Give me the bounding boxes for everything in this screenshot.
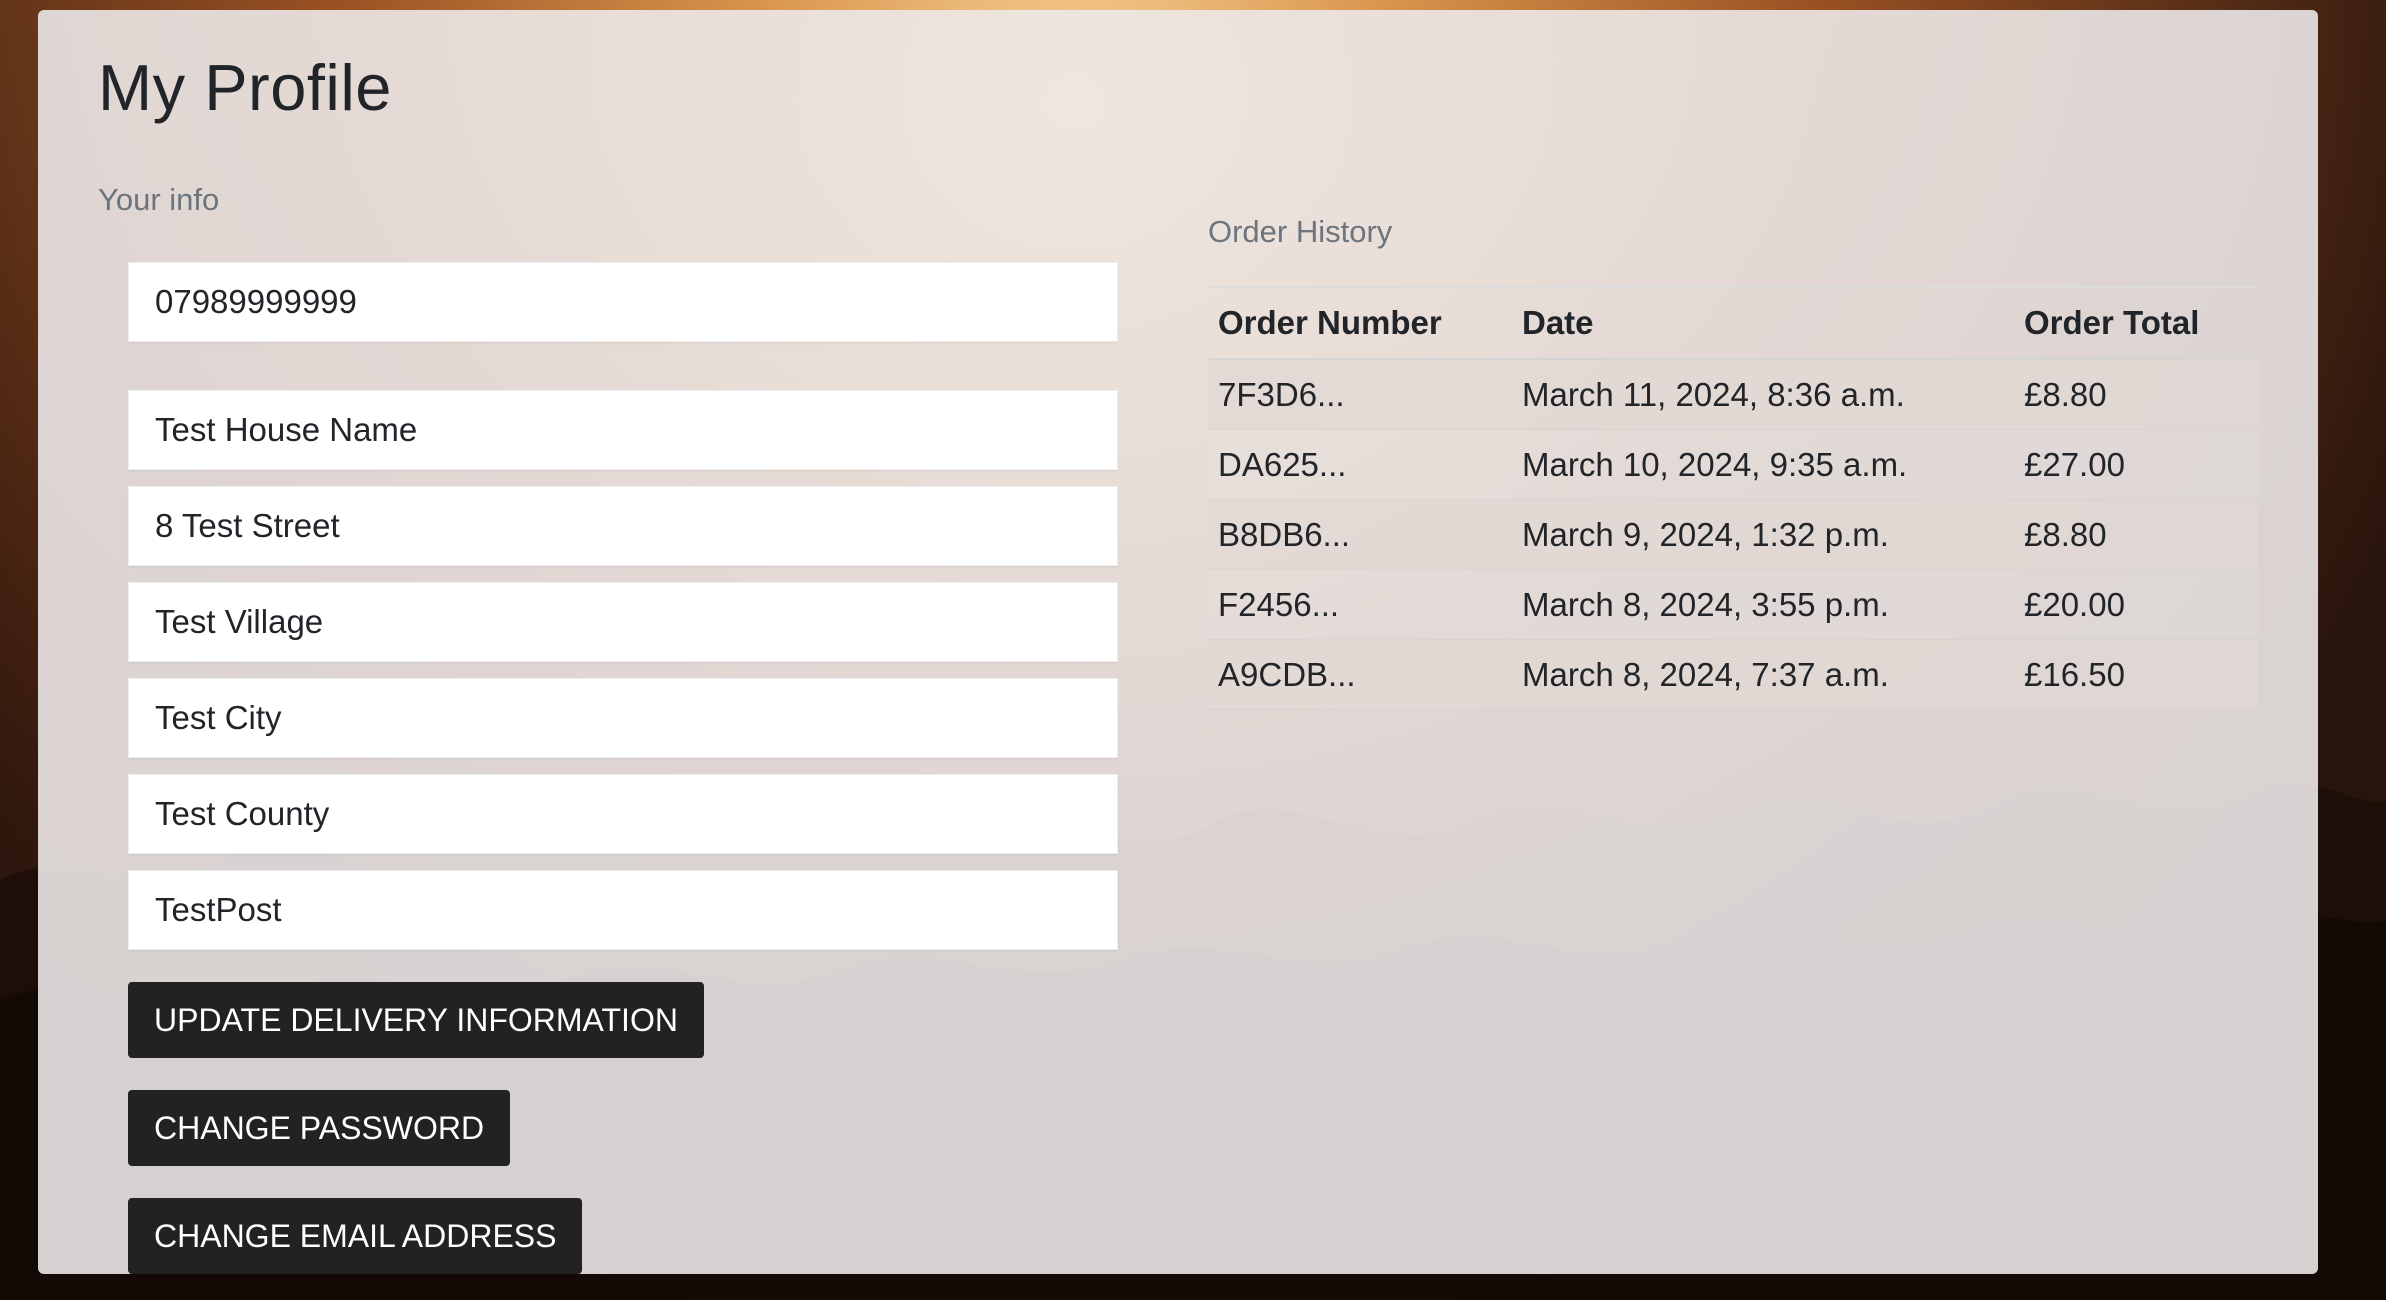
order-number-cell: B8DB6...	[1208, 499, 1512, 570]
table-row[interactable]: 7F3D6... March 11, 2024, 8:36 a.m. £8.80	[1208, 359, 2258, 430]
table-header-row: Order Number Date Order Total	[1208, 287, 2258, 360]
change-email-button[interactable]: CHANGE EMAIL ADDRESS	[128, 1198, 583, 1274]
order-history-label: Order History	[1208, 214, 1393, 249]
order-number-cell: DA625...	[1208, 429, 1512, 500]
order-number-cell: 7F3D6...	[1208, 359, 1512, 430]
order-date-cell: March 10, 2024, 9:35 a.m.	[1512, 429, 2014, 500]
profile-panel: My Profile Your info UPDATE DELIVERY INF…	[38, 10, 2318, 1274]
county-field[interactable]	[128, 774, 1118, 854]
column-header-date: Date	[1512, 287, 2014, 360]
order-history-table: Order Number Date Order Total 7F3D6... M…	[1208, 286, 2258, 710]
order-total-cell: £16.50	[2014, 639, 2258, 710]
table-row[interactable]: DA625... March 10, 2024, 9:35 a.m. £27.0…	[1208, 429, 2258, 500]
table-row[interactable]: F2456... March 8, 2024, 3:55 p.m. £20.00	[1208, 569, 2258, 640]
phone-field[interactable]	[128, 262, 1118, 342]
city-field[interactable]	[128, 678, 1118, 758]
street-field[interactable]	[128, 486, 1118, 566]
order-total-cell: £27.00	[2014, 429, 2258, 500]
postcode-field[interactable]	[128, 870, 1118, 950]
change-password-button[interactable]: CHANGE PASSWORD	[128, 1090, 511, 1166]
table-row[interactable]: B8DB6... March 9, 2024, 1:32 p.m. £8.80	[1208, 499, 2258, 570]
column-header-order-number: Order Number	[1208, 287, 1512, 360]
order-date-cell: March 11, 2024, 8:36 a.m.	[1512, 359, 2014, 430]
order-number-cell: A9CDB...	[1208, 639, 1512, 710]
column-header-order-total: Order Total	[2014, 287, 2258, 360]
village-field[interactable]	[128, 582, 1118, 662]
order-total-cell: £20.00	[2014, 569, 2258, 640]
table-row[interactable]: A9CDB... March 8, 2024, 7:37 a.m. £16.50	[1208, 639, 2258, 710]
order-date-cell: March 9, 2024, 1:32 p.m.	[1512, 499, 2014, 570]
order-date-cell: March 8, 2024, 3:55 p.m.	[1512, 569, 2014, 640]
update-delivery-button[interactable]: UPDATE DELIVERY INFORMATION	[128, 982, 704, 1058]
order-number-cell: F2456...	[1208, 569, 1512, 640]
page-title: My Profile	[98, 51, 392, 124]
your-info-label: Your info	[98, 182, 220, 217]
house-name-field[interactable]	[128, 390, 1118, 470]
order-date-cell: March 8, 2024, 7:37 a.m.	[1512, 639, 2014, 710]
order-total-cell: £8.80	[2014, 359, 2258, 430]
order-total-cell: £8.80	[2014, 499, 2258, 570]
